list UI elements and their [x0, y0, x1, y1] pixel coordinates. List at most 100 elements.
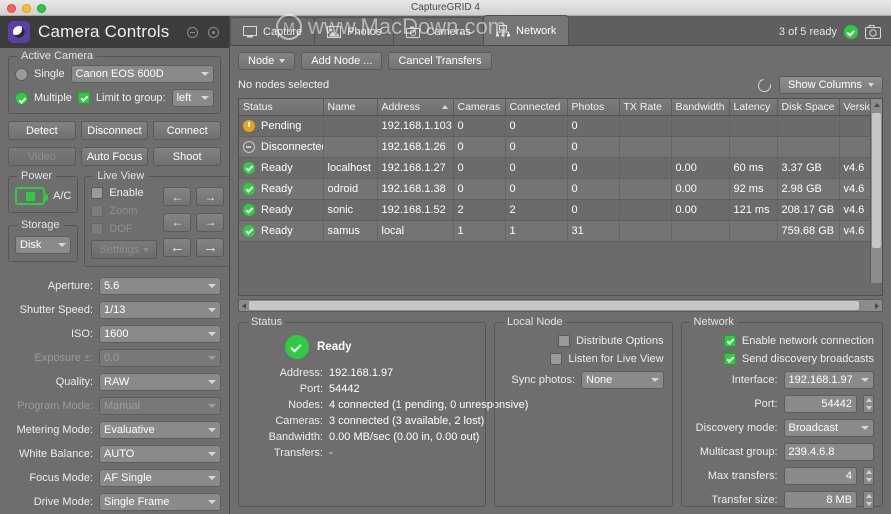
listen-live-view-checkbox[interactable] [550, 353, 563, 365]
detect-button[interactable]: Detect [8, 121, 76, 140]
show-columns-button[interactable]: Show Columns [779, 76, 883, 94]
table-row[interactable]: Ready localhost 192.168.1.27 0 0 0 0.00 … [239, 157, 882, 179]
table-row[interactable]: Ready sonic 192.168.1.52 2 2 0 0.00 121 … [239, 199, 882, 221]
tab-label: Cameras [426, 25, 472, 38]
quality-select[interactable]: RAW [99, 373, 221, 391]
table-row[interactable]: Ready samus local 1 1 31 759.68 GB v4.6 … [239, 220, 882, 242]
field-label: Transfers: [273, 447, 323, 459]
metering-mode-select[interactable]: Evaluative [99, 421, 221, 439]
tab-capture[interactable]: Capture [230, 17, 316, 45]
multiple-camera-radio[interactable] [15, 91, 28, 105]
table-horizontal-scrollbar[interactable] [238, 299, 883, 312]
shutter-speed-select[interactable]: 1/13 [99, 301, 221, 319]
pending-icon [243, 120, 255, 132]
distribute-options-checkbox[interactable] [558, 335, 571, 347]
status-text: Disconnected [261, 141, 323, 153]
stepper-down-icon[interactable] [865, 406, 872, 410]
column-header-latency[interactable]: Latency [729, 99, 778, 116]
stepper-down-icon[interactable] [865, 478, 872, 482]
port-stepper[interactable] [863, 395, 874, 413]
field-label: Address: [279, 367, 323, 379]
table-row[interactable]: Ready odroid 192.168.1.38 0 0 0 0.00 92 … [239, 178, 882, 200]
tab-network[interactable]: Network [483, 15, 570, 45]
drive-mode-select[interactable]: Single Frame [99, 493, 221, 511]
chevron-down-icon [208, 404, 216, 408]
discovery-mode-select[interactable]: Broadcast [783, 419, 874, 437]
pan-left-medium-button[interactable]: ← [163, 212, 192, 232]
stepper-down-icon[interactable] [865, 502, 872, 506]
setting-row-exposure: Exposure ±: 0.0 [8, 349, 221, 367]
scrollbar-thumb[interactable] [249, 301, 859, 310]
column-header-status[interactable]: Status [239, 99, 324, 116]
tab-cameras[interactable]: Cameras [393, 17, 485, 45]
collapse-icon[interactable] [187, 26, 198, 38]
column-header-tx-rate[interactable]: TX Rate [619, 99, 672, 116]
column-header-bandwidth[interactable]: Bandwidth [671, 99, 730, 116]
port-input[interactable]: 54442 [783, 395, 857, 413]
column-header-photos[interactable]: Photos [567, 99, 620, 116]
pan-right-large-button[interactable]: → [196, 238, 225, 258]
aperture-select[interactable]: 5.6 [99, 277, 221, 295]
scroll-right-icon[interactable] [875, 303, 879, 309]
group-select[interactable]: left [171, 89, 214, 107]
refresh-icon[interactable] [755, 75, 774, 95]
column-header-connected[interactable]: Connected [505, 99, 568, 116]
cell-address: 192.168.1.52 [377, 199, 454, 221]
camera-model-select[interactable]: Canon EOS 600D [70, 65, 214, 83]
column-header-address[interactable]: Address [377, 99, 454, 116]
table-row[interactable]: Pending 192.168.1.103 0 0 0 [239, 115, 882, 137]
multicast-group-input[interactable]: 239.4.6.8 [783, 443, 874, 461]
cell-cameras: 0 [453, 157, 506, 179]
scroll-left-icon[interactable] [242, 303, 246, 309]
multicast-group-value: 239.4.6.8 [788, 446, 835, 458]
node-menu-button[interactable]: Node [238, 52, 296, 70]
cell-tx-rate [619, 178, 672, 200]
cell-latency: 92 ms [729, 178, 778, 200]
table-row[interactable]: Disconnected 192.168.1.26 0 0 0 [239, 136, 882, 158]
camera-icon[interactable] [865, 25, 881, 39]
settings-gear-icon[interactable] [208, 26, 219, 38]
setting-value: 1600 [104, 328, 129, 340]
interface-select[interactable]: 192.168.1.97 [783, 371, 874, 389]
iso-select[interactable]: 1600 [99, 325, 221, 343]
transfer-size-input[interactable]: 8 MB [783, 491, 857, 509]
add-node-button[interactable]: Add Node ... [301, 52, 383, 70]
cell-cameras: 1 [453, 220, 506, 242]
white-balance-select[interactable]: AUTO [99, 445, 221, 463]
pan-right-small-button[interactable]: → [196, 187, 225, 206]
auto-focus-button[interactable]: Auto Focus [80, 147, 149, 166]
connect-button[interactable]: Connect [153, 121, 222, 140]
pan-left-large-button[interactable]: ← [163, 238, 192, 258]
max-transfers-stepper[interactable] [863, 467, 874, 485]
shoot-button[interactable]: Shoot [153, 147, 222, 166]
pan-right-medium-button[interactable]: → [196, 212, 225, 232]
stepper-up-icon[interactable] [865, 398, 872, 402]
table-vertical-scrollbar[interactable] [870, 99, 882, 283]
column-header-disk-space[interactable]: Disk Space [777, 99, 840, 116]
column-header-name[interactable]: Name [323, 99, 378, 116]
scroll-up-icon[interactable] [874, 103, 880, 107]
live-view-enable-checkbox[interactable] [91, 187, 104, 199]
sync-photos-value: None [586, 374, 613, 386]
focus-mode-select[interactable]: AF Single [99, 469, 221, 487]
setting-value: Single Frame [104, 496, 170, 508]
pan-left-small-button[interactable]: ← [163, 187, 192, 206]
transfer-size-stepper[interactable] [863, 491, 874, 509]
disconnect-button[interactable]: Disconnect [80, 121, 149, 140]
stepper-up-icon[interactable] [865, 470, 872, 474]
group-value: left [176, 92, 192, 104]
stepper-up-icon[interactable] [865, 494, 872, 498]
limit-to-group-checkbox[interactable] [77, 92, 90, 104]
send-broadcasts-checkbox[interactable] [723, 353, 736, 365]
storage-select[interactable]: Disk [15, 236, 72, 254]
cancel-transfers-button[interactable]: Cancel Transfers [388, 52, 492, 70]
max-transfers-input[interactable]: 4 [783, 467, 857, 485]
enable-network-checkbox[interactable] [723, 335, 736, 347]
scrollbar-thumb[interactable] [872, 113, 881, 248]
sync-photos-select[interactable]: None [581, 371, 664, 389]
listen-live-view-label: Listen for Live View [568, 353, 664, 365]
tab-photos[interactable]: Photos [314, 17, 395, 45]
active-camera-legend: Active Camera [17, 50, 98, 62]
column-header-cameras[interactable]: Cameras [453, 99, 506, 116]
single-camera-radio[interactable] [15, 67, 28, 81]
